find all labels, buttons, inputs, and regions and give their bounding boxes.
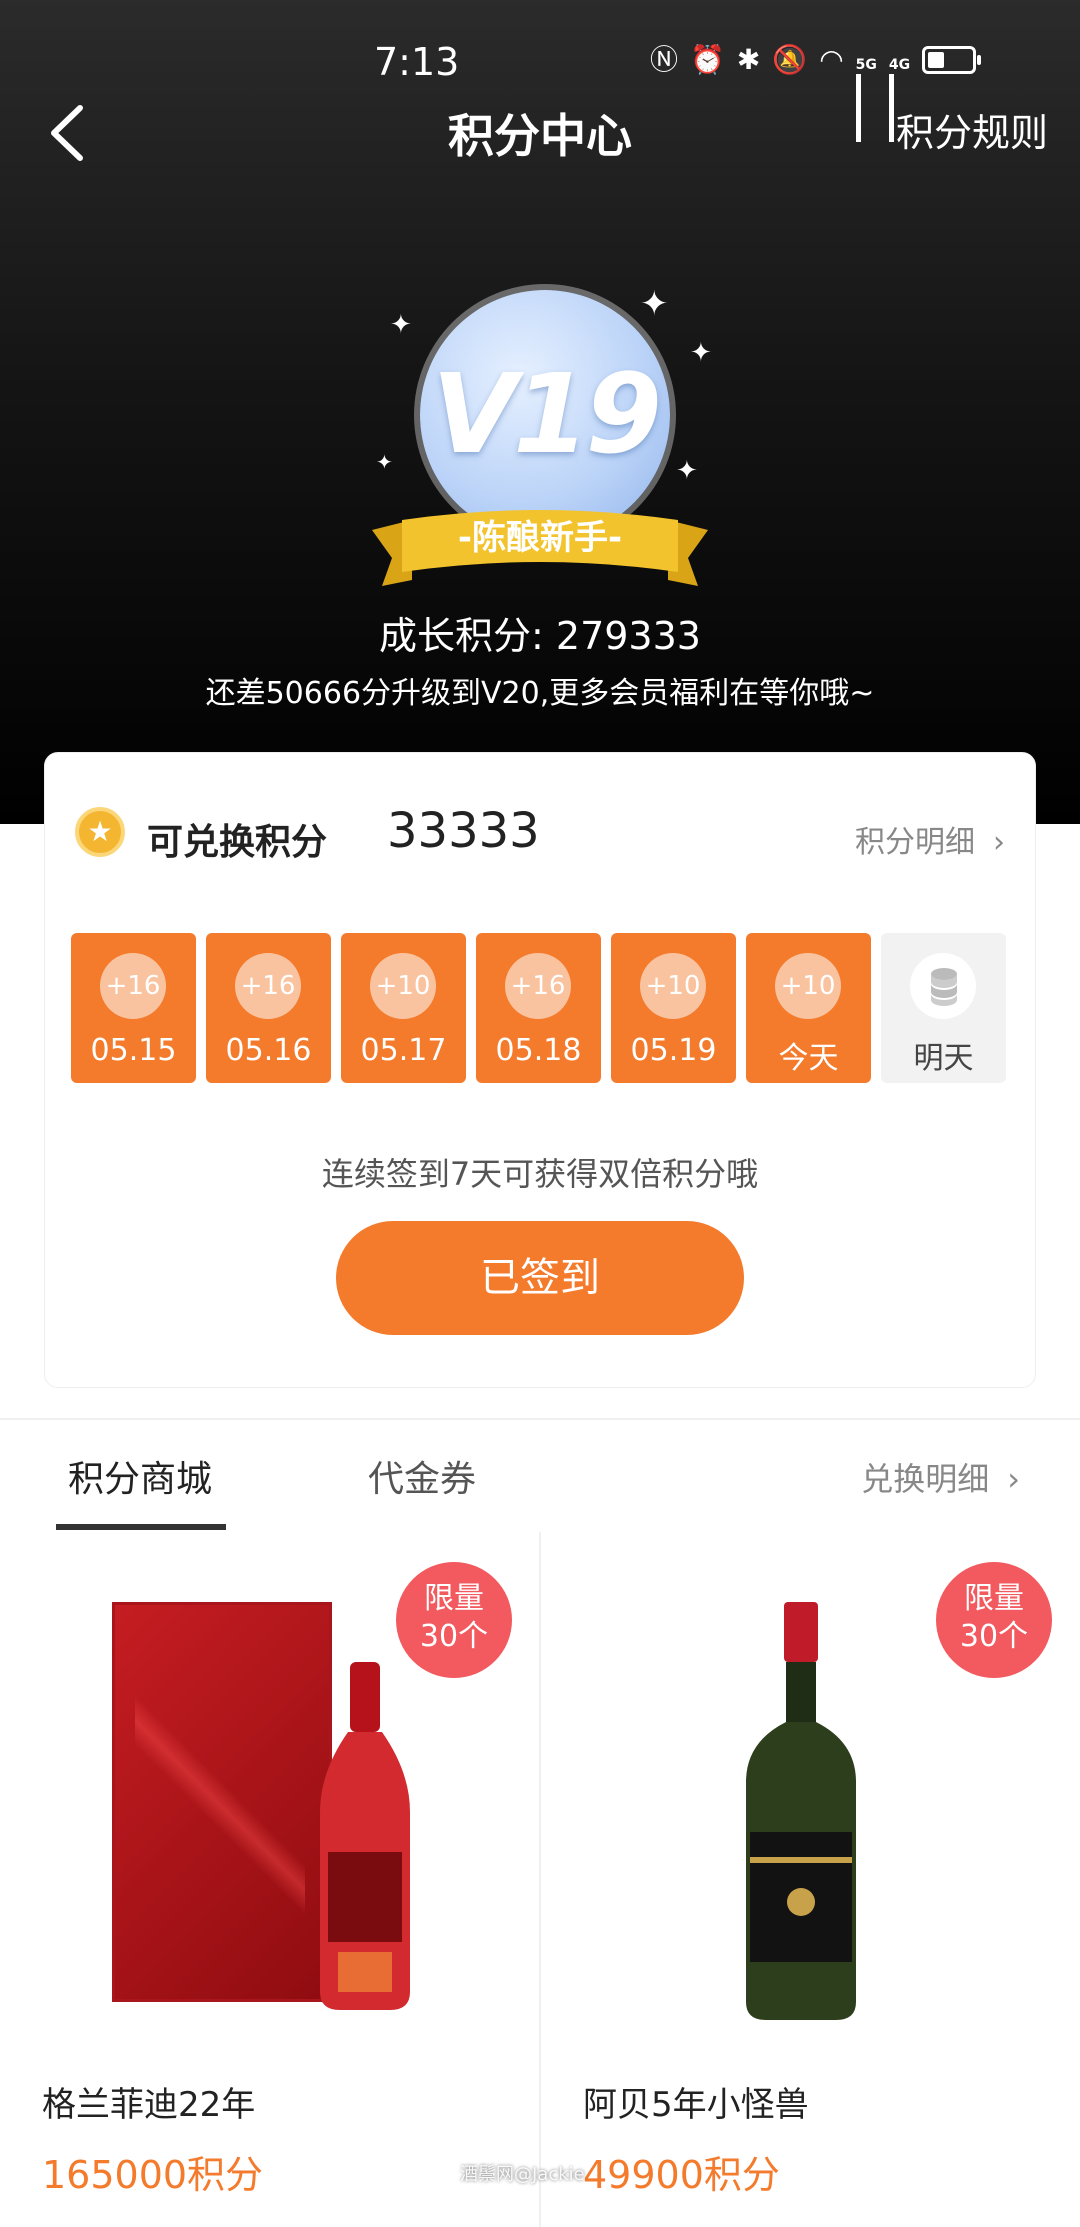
checkin-bonus: +16 bbox=[505, 953, 571, 1019]
redeemable-points-value: 33333 bbox=[387, 803, 540, 859]
battery-icon bbox=[922, 46, 982, 74]
mall-tabs: 积分商城 代金券 兑换明细 › bbox=[0, 1420, 1080, 1530]
gift-box-image bbox=[112, 1602, 332, 2002]
limit-line1: 限量 bbox=[964, 1581, 1024, 1616]
checkin-day: +10 05.19 bbox=[611, 933, 736, 1083]
checkin-bonus: +16 bbox=[235, 953, 301, 1019]
product-price: 49900积分 bbox=[583, 2153, 780, 2197]
alarm-icon: ⏰ bbox=[690, 43, 725, 76]
level-badge: ✦ ✦ ✦ ✦ ✦ V19 -陈酿新手- bbox=[360, 280, 720, 600]
bluetooth-icon: ✱ bbox=[736, 43, 761, 76]
points-rules-link[interactable]: 积分规则 bbox=[896, 102, 1048, 157]
sparkle-icon: ✦ bbox=[690, 338, 712, 368]
hero-header: 7:13 Ⓝ ⏰ ✱ 🔕 ◠ 5G 4G 积分中心 积分规则 ✦ ✦ ✦ ✦ ✦… bbox=[0, 0, 1080, 824]
upgrade-tip: 还差50666分升级到V20,更多会员福利在等你哦~ bbox=[205, 676, 875, 711]
product-grid: 限量 30个 格兰菲迪22年 165000积分 限量 30个 阿贝5年小怪兽 4… bbox=[0, 1532, 1080, 2227]
checkin-day: +16 05.16 bbox=[206, 933, 331, 1083]
status-bar: 7:13 Ⓝ ⏰ ✱ 🔕 ◠ 5G 4G bbox=[0, 40, 1080, 142]
points-detail-label: 积分明细 bbox=[855, 825, 975, 860]
coin-stack-icon bbox=[931, 968, 957, 1006]
checkin-day: +10 05.17 bbox=[341, 933, 466, 1083]
checkin-date: 05.16 bbox=[225, 1033, 312, 1068]
sparkle-icon: ✦ bbox=[640, 284, 669, 324]
limit-line2: 30个 bbox=[959, 1619, 1029, 1654]
limit-line2: 30个 bbox=[419, 1619, 489, 1654]
sparkle-icon: ✦ bbox=[390, 310, 412, 340]
tab-coupon[interactable]: 代金券 bbox=[368, 1450, 476, 1502]
checkin-bonus: +16 bbox=[100, 953, 166, 1019]
checkin-date: 明天 bbox=[913, 1041, 974, 1076]
tab-points-mall[interactable]: 积分商城 bbox=[68, 1450, 212, 1502]
checkin-bonus: +10 bbox=[370, 953, 436, 1019]
whisky-bottle-image bbox=[320, 1662, 410, 2010]
signed-in-button[interactable]: 已签到 bbox=[336, 1221, 744, 1335]
product-price: 165000积分 bbox=[42, 2153, 264, 2197]
watermark: 酒鬃网@Jackie bbox=[460, 2164, 585, 2185]
product-name: 阿贝5年小怪兽 bbox=[583, 2085, 809, 2125]
points-row: ★ 可兑换积分 33333 积分明细 › bbox=[75, 803, 1005, 863]
growth-points: 成长积分: 279333 bbox=[379, 614, 701, 658]
wifi-icon: ◠ bbox=[819, 43, 844, 76]
checkin-date: 05.18 bbox=[495, 1033, 582, 1068]
whisky-bottle-image bbox=[746, 1602, 856, 2020]
tab-active-indicator bbox=[56, 1524, 226, 1530]
exchange-detail-link[interactable]: 兑换明细 › bbox=[861, 1454, 1020, 1500]
status-time: 7:13 bbox=[374, 40, 460, 84]
chevron-right-icon: › bbox=[993, 825, 1005, 860]
signal-4g-icon: 4G bbox=[888, 46, 910, 142]
chevron-right-icon: › bbox=[1007, 1460, 1020, 1498]
nav-bar: 积分中心 积分规则 bbox=[0, 90, 1080, 180]
checkin-day: +16 05.18 bbox=[476, 933, 601, 1083]
product-name: 格兰菲迪22年 bbox=[42, 2085, 256, 2125]
nfc-icon: Ⓝ bbox=[650, 43, 679, 76]
limit-badge: 限量 30个 bbox=[936, 1562, 1052, 1678]
checkin-bonus: +10 bbox=[640, 953, 706, 1019]
checkin-days: +16 05.15 +16 05.16 +10 05.17 +16 05.18 … bbox=[71, 933, 1011, 1085]
limit-line1: 限量 bbox=[424, 1581, 484, 1616]
signal-5g-icon: 5G bbox=[855, 46, 877, 142]
rank-title: -陈酿新手- bbox=[457, 518, 623, 558]
product-card[interactable]: 限量 30个 阿贝5年小怪兽 49900积分 bbox=[541, 1532, 1080, 2227]
mute-icon: 🔕 bbox=[772, 43, 808, 76]
exchange-detail-label: 兑换明细 bbox=[861, 1460, 990, 1498]
checkin-date: 05.15 bbox=[90, 1033, 177, 1068]
streak-tip: 连续签到7天可获得双倍积分哦 bbox=[321, 1155, 759, 1193]
checkin-date: 05.19 bbox=[630, 1033, 717, 1068]
sparkle-icon: ✦ bbox=[676, 456, 698, 486]
checkin-day-today: +10 今天 bbox=[746, 933, 871, 1083]
limit-badge: 限量 30个 bbox=[396, 1562, 512, 1678]
redeemable-points-label: 可兑换积分 bbox=[147, 822, 328, 863]
checkin-date: 今天 bbox=[778, 1041, 839, 1076]
status-icons: Ⓝ ⏰ ✱ 🔕 ◠ 5G 4G bbox=[650, 43, 982, 142]
points-detail-link[interactable]: 积分明细 › bbox=[855, 817, 1005, 861]
points-card: ★ 可兑换积分 33333 积分明细 › +16 05.15 +16 05.16 … bbox=[44, 752, 1036, 1388]
checkin-day: +16 05.15 bbox=[71, 933, 196, 1083]
level-number: V19 bbox=[431, 350, 662, 478]
checkin-day-tomorrow: 明天 bbox=[881, 933, 1006, 1083]
star-coin-icon: ★ bbox=[75, 807, 125, 857]
sparkle-icon: ✦ bbox=[376, 450, 393, 474]
product-card[interactable]: 限量 30个 格兰菲迪22年 165000积分 bbox=[0, 1532, 539, 2227]
checkin-date: 05.17 bbox=[360, 1033, 447, 1068]
checkin-bonus: +10 bbox=[775, 953, 841, 1019]
